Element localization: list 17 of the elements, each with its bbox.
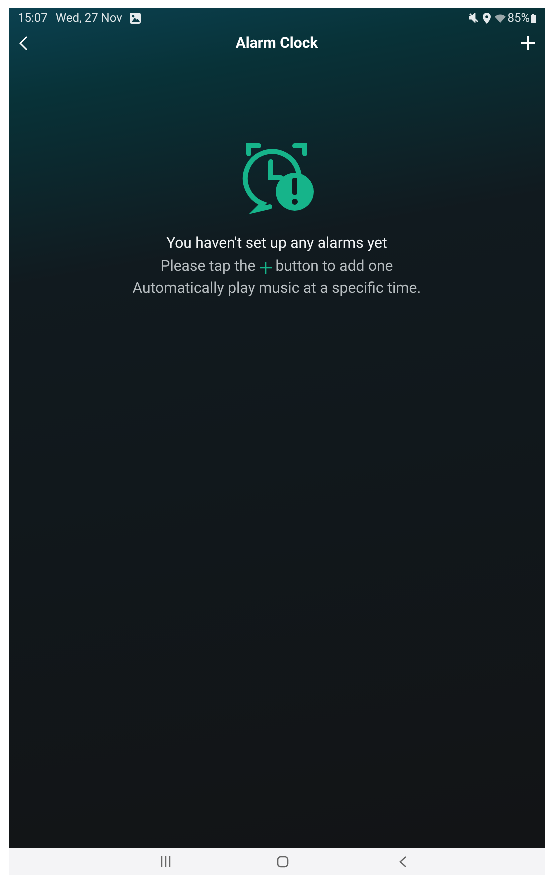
battery-icon bbox=[531, 14, 536, 22]
empty-state-title: You haven't set up any alarms yet bbox=[166, 233, 388, 254]
battery-percentage: 85% bbox=[508, 10, 530, 27]
status-date: Wed, 27 Nov bbox=[56, 10, 122, 27]
add-button[interactable] bbox=[519, 33, 535, 53]
empty-state-description: Automatically play music at a specific time. bbox=[132, 278, 422, 299]
hint-text: button to add one bbox=[276, 256, 394, 276]
home-button[interactable] bbox=[276, 854, 290, 868]
hint-text: Please tap the bbox=[160, 256, 256, 276]
mute-icon bbox=[468, 13, 479, 23]
location-icon bbox=[482, 12, 491, 24]
wifi-icon bbox=[494, 14, 506, 22]
plus-icon bbox=[260, 262, 272, 274]
page-title: Alarm Clock bbox=[234, 32, 320, 54]
recent-apps-button[interactable] bbox=[159, 854, 173, 868]
gallery-icon bbox=[130, 12, 142, 24]
status-time: 15:07 bbox=[18, 10, 48, 27]
